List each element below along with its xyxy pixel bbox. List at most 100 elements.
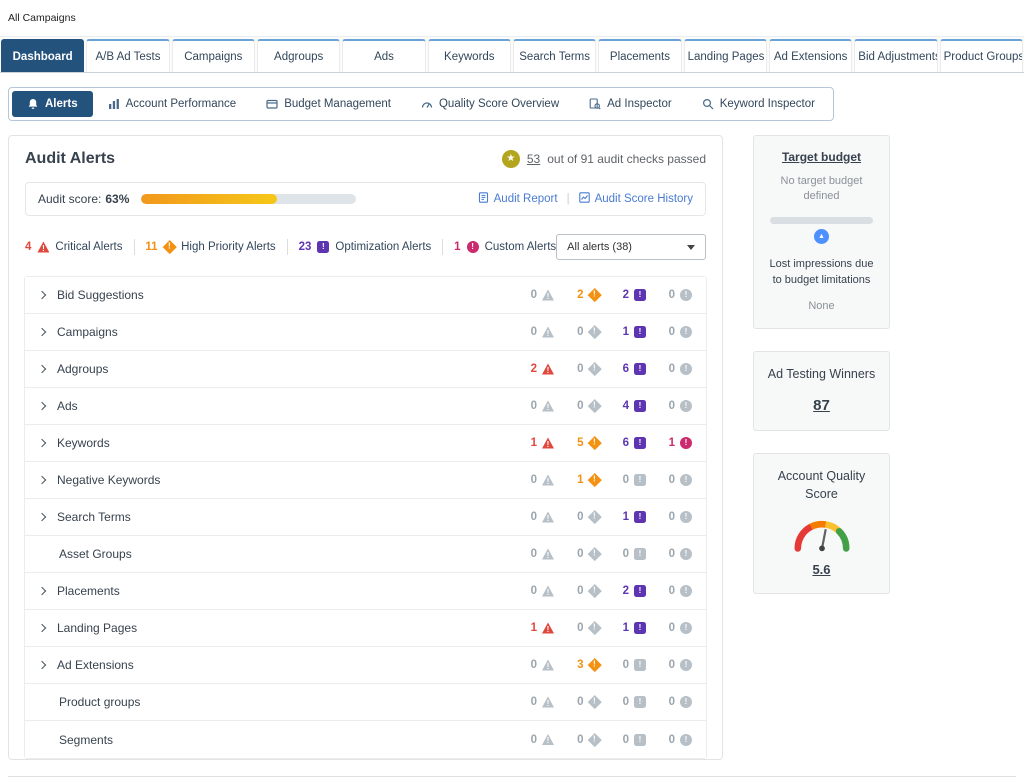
tab-ad-extensions[interactable]: Ad Extensions bbox=[768, 39, 853, 72]
chevron-right-icon[interactable] bbox=[37, 475, 47, 485]
optimization-count-cell: 0! bbox=[600, 548, 646, 560]
tab-dashboard[interactable]: Dashboard bbox=[1, 39, 85, 72]
optimization-alert-icon: ! bbox=[634, 696, 646, 708]
table-row-keywords[interactable]: Keywords 1! 5! 6! 1! bbox=[25, 425, 706, 462]
table-row-search-terms[interactable]: Search Terms 0! 0! 1! 0! bbox=[25, 499, 706, 536]
chevron-right-icon[interactable] bbox=[37, 438, 47, 448]
count-value: 0 bbox=[530, 696, 537, 708]
custom-count-cell: 0! bbox=[646, 733, 692, 746]
audit-badge-icon: ★ bbox=[501, 150, 520, 168]
subnav-account-performance[interactable]: Account Performance bbox=[93, 91, 252, 117]
table-row-campaigns[interactable]: Campaigns 0! 0! 1! 0! bbox=[25, 314, 706, 351]
optimization-count-cell: 1! bbox=[600, 326, 646, 338]
custom-alerts-summary[interactable]: 1 ! Custom Alerts bbox=[454, 241, 556, 253]
critical-alerts-label: Critical Alerts bbox=[55, 241, 123, 253]
high-priority-alerts-summary[interactable]: 11 ! High Priority Alerts bbox=[145, 240, 276, 254]
table-row-segments[interactable]: Segments 0! 0! 0! 0! bbox=[25, 721, 706, 758]
optimization-alert-icon: ! bbox=[634, 474, 646, 486]
optimization-count-cell: 2! bbox=[600, 289, 646, 301]
checks-passed-link[interactable]: 53 bbox=[527, 152, 540, 166]
lost-impressions-label: Lost impressions due to budget limitatio… bbox=[769, 257, 874, 286]
table-row-adgroups[interactable]: Adgroups 2! 0! 6! 0! bbox=[25, 351, 706, 388]
subnav-budget-management-label: Budget Management bbox=[284, 98, 391, 110]
checks-passed-text: out of 91 audit checks passed bbox=[547, 152, 706, 166]
table-row-negative-keywords[interactable]: Negative Keywords 0! 1! 0! 0! bbox=[25, 462, 706, 499]
dashboard-subnav: Alerts Account Performance Budget Manage… bbox=[8, 87, 834, 121]
critical-alerts-summary[interactable]: 4 ! Critical Alerts bbox=[25, 241, 123, 253]
subnav-keyword-inspector[interactable]: Keyword Inspector bbox=[687, 91, 830, 117]
high-priority-alert-icon: ! bbox=[587, 399, 601, 413]
count-value: 0 bbox=[668, 474, 675, 486]
alert-counts: 0! 0! 0! 0! bbox=[508, 695, 692, 709]
chevron-right-icon[interactable] bbox=[37, 401, 47, 411]
audit-report-link[interactable]: Audit Report bbox=[478, 192, 558, 206]
table-row-landing-pages[interactable]: Landing Pages 1! 0! 1! 0! bbox=[25, 610, 706, 647]
high-count-cell: 0! bbox=[554, 325, 601, 339]
alert-counts: 0! 0! 0! 0! bbox=[508, 547, 692, 561]
table-row-ad-extensions[interactable]: Ad Extensions 0! 3! 0! 0! bbox=[25, 647, 706, 684]
chevron-right-icon[interactable] bbox=[37, 364, 47, 374]
custom-alert-icon: ! bbox=[680, 696, 692, 708]
report-document-icon bbox=[478, 192, 489, 206]
chevron-right-icon[interactable] bbox=[37, 290, 47, 300]
optimization-alert-icon: ! bbox=[634, 437, 646, 449]
table-row-ads[interactable]: Ads 0! 0! 4! 0! bbox=[25, 388, 706, 425]
table-row-asset-groups[interactable]: Asset Groups 0! 0! 0! 0! bbox=[25, 536, 706, 573]
history-chart-icon bbox=[578, 192, 590, 206]
row-label: Asset Groups bbox=[59, 547, 132, 561]
optimization-alert-icon: ! bbox=[634, 585, 646, 597]
subnav-alerts[interactable]: Alerts bbox=[12, 91, 93, 117]
tab-placements[interactable]: Placements bbox=[598, 39, 682, 72]
chevron-right-icon[interactable] bbox=[37, 586, 47, 596]
alert-counts: 0! 0! 1! 0! bbox=[508, 510, 692, 524]
optimization-alerts-summary[interactable]: 23 ! Optimization Alerts bbox=[299, 241, 431, 253]
alerts-filter-dropdown[interactable]: All alerts (38) bbox=[556, 234, 706, 260]
count-value: 0 bbox=[622, 659, 629, 671]
tab-ab-ad-tests[interactable]: A/B Ad Tests bbox=[86, 39, 170, 72]
critical-count-cell: 0! bbox=[508, 400, 554, 412]
target-budget-link[interactable]: Target budget bbox=[764, 150, 879, 164]
high-priority-alert-icon: ! bbox=[162, 240, 177, 254]
subnav-quality-score-overview[interactable]: Quality Score Overview bbox=[406, 91, 574, 117]
breadcrumb[interactable]: All Campaigns bbox=[0, 0, 1024, 36]
optimization-alert-icon: ! bbox=[634, 400, 646, 412]
chevron-right-icon[interactable] bbox=[37, 623, 47, 633]
tab-bid-adjustments[interactable]: Bid Adjustments bbox=[854, 39, 938, 72]
table-row-placements[interactable]: Placements 0! 0! 2! 0! bbox=[25, 573, 706, 610]
chevron-right-icon[interactable] bbox=[37, 660, 47, 670]
high-count-cell: 5! bbox=[554, 436, 601, 450]
audit-score-history-link[interactable]: Audit Score History bbox=[578, 192, 693, 206]
subnav-account-performance-label: Account Performance bbox=[125, 98, 237, 110]
tab-product-groups[interactable]: Product Groups bbox=[939, 39, 1023, 72]
subnav-ad-inspector-label: Ad Inspector bbox=[607, 98, 672, 110]
ad-testing-winners-value[interactable]: 87 bbox=[813, 397, 830, 414]
optimization-count-cell: 0! bbox=[600, 733, 646, 746]
count-value: 1 bbox=[668, 437, 675, 449]
tab-keywords[interactable]: Keywords bbox=[427, 39, 511, 72]
account-quality-score-value[interactable]: 5.6 bbox=[812, 562, 830, 577]
table-row-bid-suggestions[interactable]: Bid Suggestions 0! 2! 2! 0! bbox=[25, 277, 706, 314]
tab-campaigns[interactable]: Campaigns bbox=[171, 39, 255, 72]
tab-landing-pages[interactable]: Landing Pages bbox=[683, 39, 767, 72]
subnav-budget-management[interactable]: Budget Management bbox=[251, 91, 406, 117]
tab-ads[interactable]: Ads bbox=[342, 39, 426, 72]
custom-count-cell: 0! bbox=[646, 622, 692, 634]
count-value: 0 bbox=[530, 585, 537, 597]
chevron-right-icon[interactable] bbox=[37, 327, 47, 337]
tab-adgroups[interactable]: Adgroups bbox=[256, 39, 341, 72]
critical-alert-icon: ! bbox=[542, 696, 554, 708]
subnav-ad-inspector[interactable]: Ad Inspector bbox=[574, 91, 687, 117]
table-row-product-groups[interactable]: Product groups 0! 0! 0! 0! bbox=[25, 684, 706, 721]
high-priority-alerts-label: High Priority Alerts bbox=[181, 241, 276, 253]
critical-count-cell: 0! bbox=[508, 289, 554, 301]
tab-search-terms[interactable]: Search Terms bbox=[512, 39, 597, 72]
alerts-table: Bid Suggestions 0! 2! 2! 0! Campaigns 0!… bbox=[24, 276, 707, 759]
critical-count-cell: 0! bbox=[508, 734, 554, 746]
count-value: 0 bbox=[668, 326, 675, 338]
high-count-cell: 0! bbox=[554, 621, 601, 635]
chevron-right-icon[interactable] bbox=[37, 512, 47, 522]
custom-alert-icon: ! bbox=[680, 363, 692, 375]
count-value: 5 bbox=[577, 437, 584, 449]
alert-counts: 0! 0! 0! 0! bbox=[508, 732, 692, 747]
custom-alerts-label: Custom Alerts bbox=[484, 241, 557, 253]
